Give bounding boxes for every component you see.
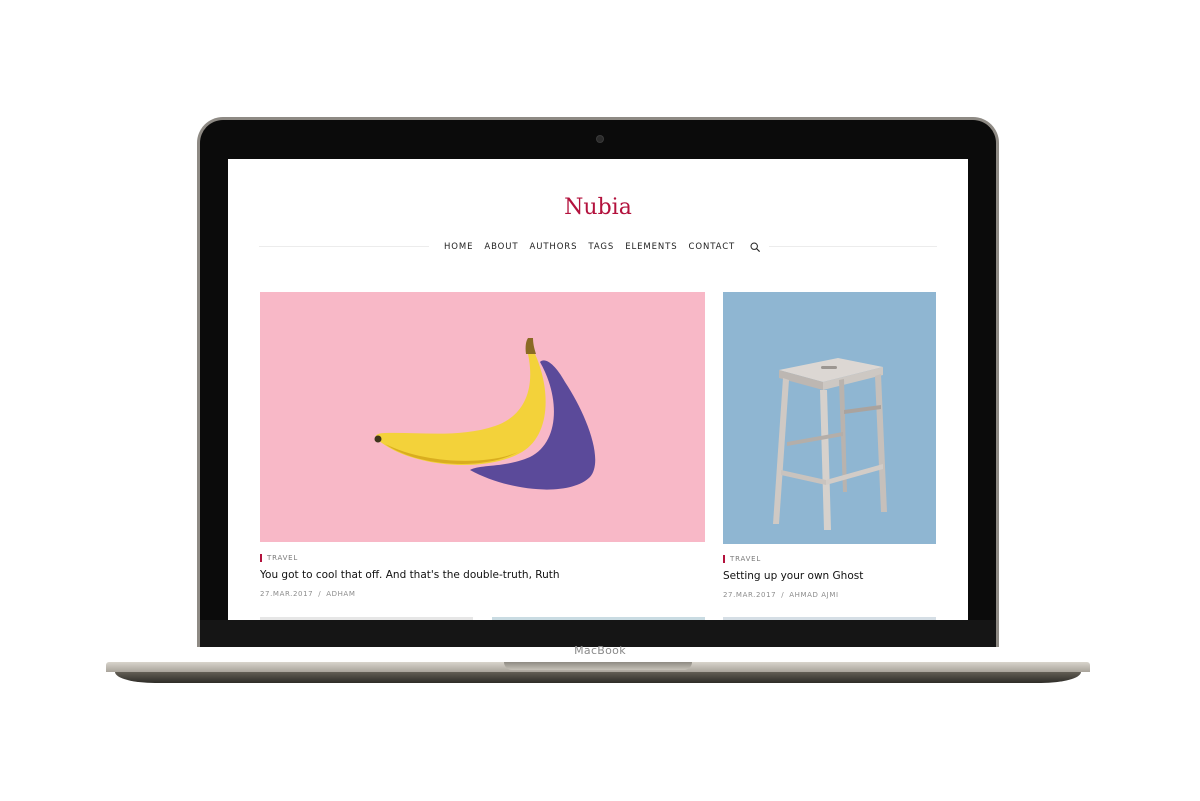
nav-item-authors[interactable]: AUTHORS: [530, 242, 578, 252]
banana-illustration: [374, 338, 596, 490]
nav-divider-left: [259, 246, 429, 247]
post-author[interactable]: ADHAM: [326, 590, 355, 598]
post-author[interactable]: AHMAD AJMI: [789, 591, 838, 599]
laptop-opening-notch: [504, 662, 692, 670]
post-tag[interactable]: TRAVEL: [723, 555, 761, 563]
nav-item-tags[interactable]: TAGS: [588, 242, 614, 252]
post-title[interactable]: You got to cool that off. And that's the…: [260, 569, 560, 581]
post-image-banana[interactable]: [260, 292, 705, 542]
post-date: 27.MAR.2017: [260, 590, 314, 598]
post-image-stool[interactable]: [723, 292, 936, 544]
laptop-base-shadow: [115, 672, 1081, 683]
nav-item-contact[interactable]: CONTACT: [689, 242, 736, 252]
device-brand-label: MacBook: [574, 644, 626, 657]
post-meta: 27.MAR.2017 / ADHAM: [260, 590, 355, 598]
nav-divider-right: [769, 246, 937, 247]
camera-icon: [597, 136, 603, 142]
meta-separator: /: [318, 590, 322, 598]
search-icon[interactable]: [750, 242, 760, 252]
site-logo[interactable]: Nubia: [228, 195, 968, 220]
meta-separator: /: [781, 591, 785, 599]
stool-illustration: [773, 358, 887, 530]
post-image-next-2[interactable]: [492, 617, 705, 620]
post-image-next-1[interactable]: [260, 617, 473, 620]
nav-item-home[interactable]: HOME: [444, 242, 473, 252]
post-meta: 27.MAR.2017 / AHMAD AJMI: [723, 591, 839, 599]
laptop-chin: [200, 620, 996, 647]
laptop-screen: Nubia HOME ABOUT AUTHORS TAGS ELEMENTS C…: [228, 159, 968, 620]
post-title[interactable]: Setting up your own Ghost: [723, 570, 863, 582]
nav-item-elements[interactable]: ELEMENTS: [625, 242, 677, 252]
post-tag[interactable]: TRAVEL: [260, 554, 298, 562]
post-date: 27.MAR.2017: [723, 591, 777, 599]
nav-item-about[interactable]: ABOUT: [484, 242, 518, 252]
main-nav: HOME ABOUT AUTHORS TAGS ELEMENTS CONTACT: [444, 240, 760, 254]
post-image-next-3[interactable]: [723, 617, 936, 620]
